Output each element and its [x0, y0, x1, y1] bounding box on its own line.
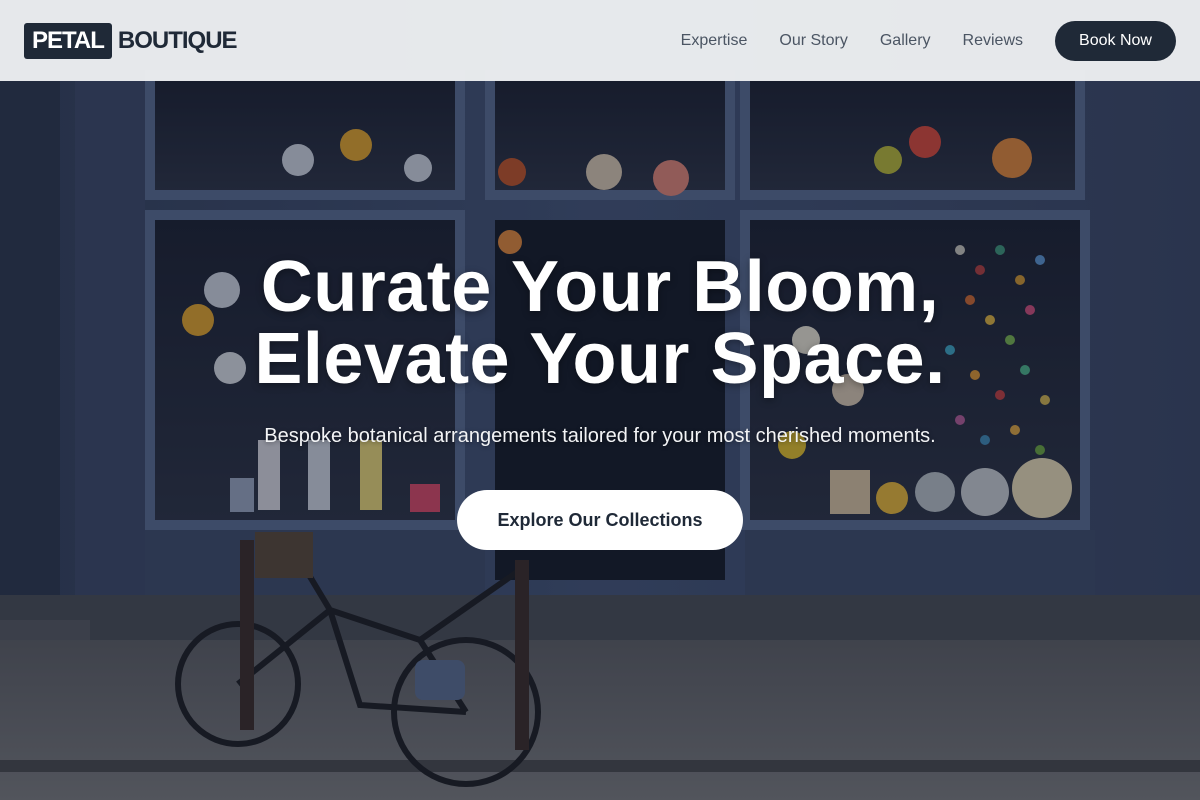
logo-box: PETAL: [24, 22, 112, 59]
site-header: PETAL BOUTIQUE Expertise Our Story Galle…: [0, 0, 1200, 81]
nav-link-our-story[interactable]: Our Story: [779, 31, 847, 51]
hero-title-line-2: Elevate Your Space.: [254, 319, 946, 399]
hero-title-line-1: Curate Your Bloom,: [260, 247, 940, 327]
brand-logo[interactable]: PETAL BOUTIQUE: [24, 22, 238, 59]
nav-link-reviews[interactable]: Reviews: [963, 31, 1023, 51]
hero-title: Curate Your Bloom, Elevate Your Space.: [254, 251, 945, 395]
book-now-button[interactable]: Book Now: [1055, 20, 1176, 61]
explore-collections-button[interactable]: Explore Our Collections: [457, 490, 743, 550]
main-nav: Expertise Our Story Gallery Reviews Book…: [681, 20, 1176, 61]
nav-link-gallery[interactable]: Gallery: [880, 31, 931, 51]
hero-section: Curate Your Bloom, Elevate Your Space. B…: [0, 81, 1200, 800]
nav-link-expertise[interactable]: Expertise: [681, 31, 748, 51]
logo-text: BOUTIQUE: [117, 27, 238, 54]
hero-subtitle: Bespoke botanical arrangements tailored …: [264, 425, 936, 447]
